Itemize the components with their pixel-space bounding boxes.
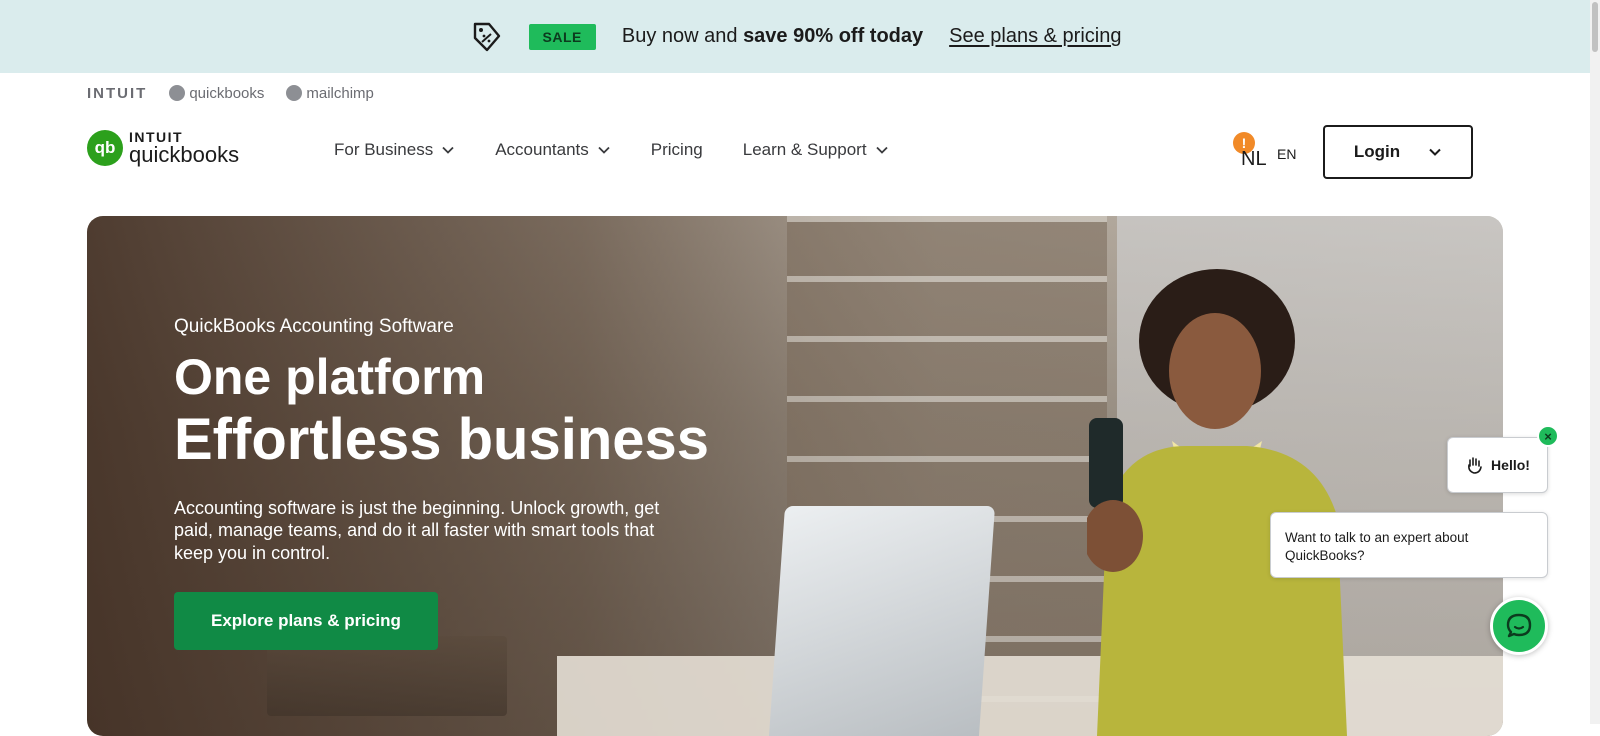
quickbooks-logo[interactable]: qb INTUIT quickbooks — [87, 130, 239, 166]
mailchimp-small-logo-icon — [286, 85, 303, 101]
hero-eyebrow: QuickBooks Accounting Software — [174, 316, 454, 337]
hero-headline-line2: Effortless business — [174, 407, 710, 472]
waving-hand-icon — [1468, 457, 1482, 474]
promo-message: Buy now and save 90% off today — [622, 25, 923, 48]
quickbooks-logo-icon: qb — [87, 130, 123, 166]
mailchimp-brand-link[interactable]: mailchimp — [286, 85, 374, 102]
hero-description: Accounting software is just the beginnin… — [174, 497, 660, 563]
quickbooks-brand-link[interactable]: quickbooks — [169, 85, 264, 102]
nav-item-for-business[interactable]: For Business — [334, 140, 455, 160]
hero-person-image — [1087, 269, 1347, 736]
explore-plans-button[interactable]: Explore plans & pricing — [174, 592, 438, 651]
logo-text: INTUIT quickbooks — [129, 130, 239, 166]
chevron-down-icon — [1429, 148, 1441, 156]
nav-item-learn-support[interactable]: Learn & Support — [743, 140, 889, 160]
quickbooks-small-logo-icon — [169, 85, 186, 101]
scrollbar-thumb[interactable] — [1592, 2, 1598, 52]
chat-close-button[interactable]: × — [1537, 425, 1559, 447]
login-label: Login — [1353, 142, 1401, 161]
chevron-down-icon — [442, 146, 454, 154]
hero-headline-line1: One platform — [174, 349, 486, 405]
chevron-down-icon — [598, 146, 610, 154]
chat-launcher-button[interactable] — [1490, 597, 1548, 655]
chat-hello-bubble[interactable]: Hello! — [1447, 437, 1548, 493]
hero-laptop-image — [768, 506, 996, 736]
promo-message-text: Buy now and — [621, 25, 744, 47]
main-nav: qb INTUIT quickbooks For Business Accoun… — [87, 125, 1473, 179]
language-alternate[interactable]: EN — [1277, 146, 1296, 162]
hero-banner: QuickBooks Accounting Software One platf… — [87, 216, 1503, 736]
nav-item-label: Learn & Support — [742, 140, 867, 159]
mailchimp-brand-label: mailchimp — [306, 84, 374, 102]
nav-item-accountants[interactable]: Accountants — [495, 140, 611, 160]
promo-message-bold: save 90% off today — [743, 25, 924, 47]
hero-background-table — [557, 656, 1503, 736]
brand-strip: INTUIT quickbooks mailchimp — [87, 82, 374, 104]
page-scrollbar[interactable] — [1590, 0, 1600, 724]
login-button[interactable]: Login — [1323, 125, 1473, 179]
chat-expert-prompt[interactable]: Want to talk to an expert about QuickBoo… — [1270, 512, 1548, 578]
chevron-down-icon — [875, 146, 888, 154]
logo-line-quickbooks: quickbooks — [129, 142, 240, 167]
promo-banner: SALE Buy now and save 90% off today See … — [0, 0, 1590, 73]
chat-hello-label: Hello! — [1491, 457, 1530, 473]
sale-badge: SALE — [528, 23, 596, 50]
see-plans-link[interactable]: See plans & pricing — [949, 25, 1121, 48]
nav-item-label: Pricing — [650, 140, 703, 159]
discount-tag-icon — [473, 22, 500, 51]
hero-content: QuickBooks Accounting Software One platf… — [174, 316, 710, 651]
quickbooks-brand-label: quickbooks — [189, 84, 265, 102]
nav-item-pricing[interactable]: Pricing — [651, 140, 703, 160]
language-switcher[interactable]: ! NL EN — [1233, 132, 1303, 172]
language-current[interactable]: NL — [1241, 148, 1267, 171]
intuit-brand-link[interactable]: INTUIT — [87, 85, 147, 102]
chat-bubble-icon — [1506, 613, 1532, 638]
nav-item-label: Accountants — [495, 140, 589, 159]
nav-menu: For Business Accountants Pricing Learn &… — [334, 140, 889, 160]
nav-item-label: For Business — [334, 140, 434, 159]
